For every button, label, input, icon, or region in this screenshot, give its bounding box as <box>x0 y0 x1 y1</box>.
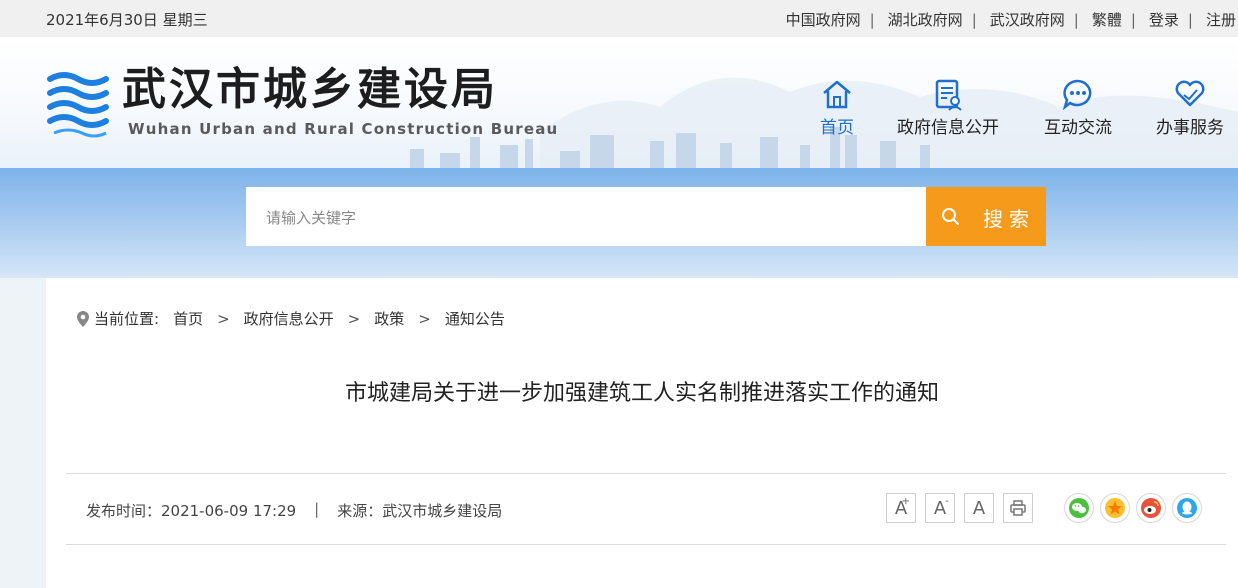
divider <box>66 544 1226 545</box>
search-button[interactable]: 搜索 <box>926 187 1046 246</box>
breadcrumb: 当前位置: 首页 > 政府信息公开 > 政策 > 通知公告 <box>76 308 505 329</box>
search-input[interactable]: 请输入关键字 <box>246 187 926 246</box>
article-source: 来源：武汉市城乡建设局 <box>337 502 503 520</box>
qq-icon <box>1177 498 1197 518</box>
share-qzone-button[interactable] <box>1100 493 1130 523</box>
breadcrumb-separator: > <box>418 309 431 328</box>
breadcrumb-prefix: 当前位置: <box>94 310 160 328</box>
font-increase-button[interactable]: A + <box>886 493 916 523</box>
top-link-separator: | <box>971 10 977 29</box>
site-name-en: Wuhan Urban and Rural Construction Burea… <box>128 120 559 138</box>
qzone-icon <box>1105 498 1125 518</box>
divider <box>66 473 1226 474</box>
breadcrumb-home[interactable]: 首页 <box>173 308 203 329</box>
link-hubei-gov[interactable]: 湖北政府网 <box>888 9 963 30</box>
nav-services-label: 办事服务 <box>1156 118 1224 138</box>
nav-interaction-label: 互动交流 <box>1044 118 1112 138</box>
publish-time: 发布时间：2021-06-09 17:29 <box>86 502 297 520</box>
share-buttons <box>1064 493 1208 523</box>
share-wechat-button[interactable] <box>1064 493 1094 523</box>
share-weibo-button[interactable] <box>1136 493 1166 523</box>
plus-icon: + <box>901 496 910 507</box>
font-size-tools: A + A- A <box>886 493 1042 523</box>
search-icon <box>942 208 959 225</box>
nav-services[interactable]: 办事服务 <box>1153 77 1227 138</box>
site-name-cn: 武汉市城乡建设局 <box>122 64 498 115</box>
heart-hand-icon <box>1175 80 1205 107</box>
article-container: 当前位置: 首页 > 政府信息公开 > 政策 > 通知公告 市城建局关于进一步加… <box>46 278 1238 588</box>
breadcrumb-gov-info[interactable]: 政府信息公开 <box>244 308 334 329</box>
search-placeholder: 请输入关键字 <box>266 209 357 227</box>
home-icon <box>823 80 851 109</box>
link-wuhan-gov[interactable]: 武汉政府网 <box>990 9 1065 30</box>
top-bar: 2021年6月30日 星期三 中国政府网 | 湖北政府网 | 武汉政府网 | 繁… <box>0 0 1238 37</box>
wechat-icon <box>1069 498 1089 518</box>
site-header: 武汉市城乡建设局 Wuhan Urban and Rural Construct… <box>0 37 1238 168</box>
nav-home[interactable]: 首页 <box>816 77 858 138</box>
article-meta: 发布时间：2021-06-09 17:29 | 来源：武汉市城乡建设局 <box>86 500 502 521</box>
meta-separator: | <box>314 500 320 518</box>
chat-icon <box>1062 79 1092 111</box>
print-button[interactable] <box>1003 493 1033 523</box>
top-links: 中国政府网 | 湖北政府网 | 武汉政府网 | 繁體 | 登录 | 注册 <box>786 9 1236 30</box>
font-decrease-label: A <box>933 497 947 519</box>
print-icon <box>1010 500 1026 516</box>
nav-home-label: 首页 <box>820 118 854 138</box>
location-pin-icon <box>77 310 89 327</box>
minus-icon: - <box>945 496 949 507</box>
link-traditional-chinese[interactable]: 繁體 <box>1092 9 1122 30</box>
font-default-button[interactable]: A <box>964 493 994 523</box>
search-button-label: 搜索 <box>983 207 1035 231</box>
bureau-logo-icon <box>47 72 109 138</box>
top-link-separator: | <box>869 10 875 29</box>
link-login[interactable]: 登录 <box>1149 9 1179 30</box>
breadcrumb-notices[interactable]: 通知公告 <box>445 308 505 329</box>
weibo-icon <box>1141 498 1161 518</box>
nav-gov-info[interactable]: 政府信息公开 <box>893 77 1003 138</box>
font-decrease-button[interactable]: A- <box>925 493 955 523</box>
nav-gov-info-label: 政府信息公开 <box>897 118 999 138</box>
document-icon <box>935 79 962 111</box>
top-link-separator: | <box>1187 10 1193 29</box>
font-default-label: A <box>972 497 986 519</box>
nav-interaction[interactable]: 互动交流 <box>1041 77 1115 138</box>
share-qq-button[interactable] <box>1172 493 1202 523</box>
top-link-separator: | <box>1073 10 1079 29</box>
breadcrumb-policy[interactable]: 政策 <box>374 308 404 329</box>
current-date: 2021年6月30日 星期三 <box>46 11 208 29</box>
link-register[interactable]: 注册 <box>1206 9 1236 30</box>
link-china-gov[interactable]: 中国政府网 <box>786 9 861 30</box>
article-title: 市城建局关于进一步加强建筑工人实名制推进落实工作的通知 <box>344 381 939 406</box>
top-link-separator: | <box>1130 10 1136 29</box>
breadcrumb-separator: > <box>217 309 230 328</box>
breadcrumb-separator: > <box>347 309 361 328</box>
